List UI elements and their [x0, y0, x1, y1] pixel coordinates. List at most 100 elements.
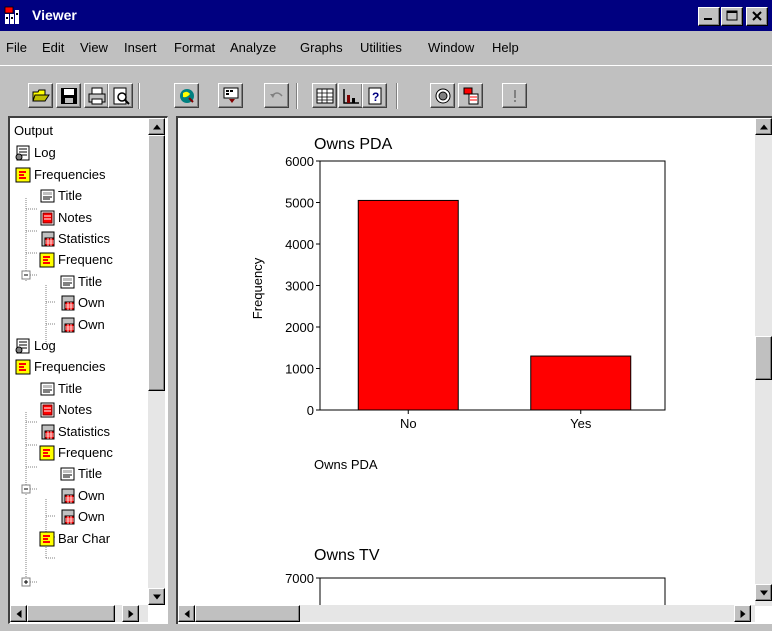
outline-item-label: Frequenc — [58, 252, 113, 268]
title-icon — [60, 275, 75, 289]
goto-chart-button[interactable] — [338, 83, 363, 108]
menu-analyze[interactable]: Analyze — [230, 40, 276, 55]
outline-item-label: Log — [34, 338, 56, 353]
procedure-icon — [39, 531, 55, 547]
goto-chart-icon — [343, 89, 359, 104]
outline-item-label: Notes — [58, 209, 92, 225]
menu-format[interactable]: Format — [174, 40, 215, 55]
maximize-icon — [726, 10, 738, 21]
y-tick-label: 6000 — [285, 154, 314, 169]
outline-scroll-left-button[interactable] — [10, 605, 27, 622]
content-horizontal-scrollbar[interactable] — [178, 605, 755, 622]
outline-item-label: Bar Char — [58, 530, 111, 546]
outline-item-label: Title — [58, 188, 83, 204]
title-bar[interactable]: Viewer — [0, 0, 772, 31]
use-sets-button[interactable] — [430, 83, 455, 108]
content-pane[interactable]: Owns PDA 0 1000 2000 3000 4000 5000 6000 No Yes Fr… — [176, 116, 772, 624]
content-scroll-thumb[interactable] — [755, 336, 772, 380]
content-vertical-scrollbar[interactable] — [755, 118, 772, 606]
menu-help[interactable]: Help — [492, 40, 519, 55]
chart-canvas: Owns PDA 0 1000 2000 3000 4000 5000 6000 No Yes Fr… — [250, 136, 666, 606]
y-tick-label: 3000 — [285, 279, 314, 294]
procedure-icon — [39, 445, 55, 461]
open-button[interactable] — [28, 83, 53, 108]
save-button[interactable] — [56, 83, 81, 108]
title-icon — [40, 382, 55, 396]
outline-item-label: Own — [78, 487, 105, 503]
outline-item-label: Statistics — [58, 231, 111, 246]
goto-data-button[interactable] — [312, 83, 337, 108]
outline-vertical-scrollbar[interactable] — [148, 118, 165, 605]
export-button[interactable] — [174, 83, 199, 108]
outline-scroll-up-button[interactable] — [148, 118, 165, 135]
print-preview-button[interactable] — [108, 83, 133, 108]
menu-graphs[interactable]: Graphs — [300, 40, 343, 55]
arrow-down-icon — [152, 594, 161, 599]
table-icon — [61, 488, 75, 504]
arrow-right-icon — [740, 609, 745, 618]
bar — [530, 355, 632, 411]
recall-dialog-button[interactable] — [218, 83, 243, 108]
menu-utilities[interactable]: Utilities — [360, 40, 402, 55]
recall-dialog-icon — [223, 87, 239, 103]
x-axis-label: Owns PDA — [314, 457, 378, 472]
chart-title: Owns PDA — [314, 136, 393, 153]
maximize-button[interactable] — [721, 7, 743, 26]
close-icon — [752, 11, 762, 21]
designate-window-button[interactable] — [458, 83, 483, 108]
save-icon — [61, 88, 77, 104]
y-tick-label: 1000 — [285, 362, 314, 377]
outline-item-label: Title — [78, 466, 103, 482]
content-scroll-left-button[interactable] — [178, 605, 195, 622]
procedure-icon — [15, 167, 31, 183]
notes-icon — [40, 210, 55, 226]
outline-item-label: Frequenc — [58, 445, 113, 460]
menu-insert[interactable]: Insert — [124, 40, 157, 55]
menu-edit[interactable]: Edit — [42, 40, 64, 55]
menu-file[interactable]: File — [6, 40, 27, 55]
y-tick-label: 0 — [307, 403, 314, 418]
outline-item-label: Frequencies — [34, 359, 106, 375]
variables-icon: ? — [368, 87, 382, 105]
bar-chart-owns-tv: Owns TV7000 — [285, 547, 666, 606]
print-button[interactable] — [84, 83, 109, 108]
menu-view[interactable]: View — [80, 40, 108, 55]
outline-scroll-right-button[interactable] — [122, 605, 139, 622]
outline-item-label: Statistics — [58, 423, 111, 439]
menu-window[interactable]: Window — [428, 40, 474, 55]
print-icon — [88, 87, 106, 105]
run-button[interactable] — [502, 83, 527, 108]
outline-pane[interactable]: Output Log Frequencies Title Notes Statistics… — [8, 116, 168, 624]
table-icon — [61, 509, 75, 525]
print-preview-icon — [113, 87, 130, 105]
y-tick-label: 7000 — [285, 571, 314, 586]
bar — [357, 199, 459, 411]
arrow-up-icon — [759, 124, 768, 129]
minimize-button[interactable] — [698, 7, 720, 26]
outline-item-label: Notes — [58, 402, 92, 418]
outline-scroll-thumb[interactable] — [148, 135, 165, 391]
content-scroll-up-button[interactable] — [755, 118, 772, 135]
bar-chart-owns-pda: Owns PDA 0 1000 2000 3000 4000 5000 6000 No Yes Fr… — [250, 136, 666, 472]
y-tick-label: 4000 — [285, 237, 314, 252]
content-hscroll-thumb[interactable] — [195, 605, 300, 622]
content-scroll-down-button[interactable] — [755, 584, 772, 601]
variables-button[interactable]: ? — [362, 83, 387, 108]
undo-button[interactable] — [264, 83, 289, 108]
arrow-up-icon — [152, 124, 161, 129]
outline-scroll-down-button[interactable] — [148, 588, 165, 605]
goto-data-icon — [316, 88, 334, 104]
chart-title: Owns TV — [314, 547, 380, 564]
close-button[interactable] — [746, 7, 768, 26]
arrow-down-icon — [759, 590, 768, 595]
x-tick-label: Yes — [570, 416, 592, 431]
log-icon — [15, 338, 30, 354]
outline-item-label: Own — [78, 509, 105, 525]
content-scroll-right-button[interactable] — [734, 605, 751, 622]
procedure-icon — [15, 359, 31, 375]
outline-item-label: Title — [78, 273, 103, 289]
undo-icon — [270, 92, 283, 98]
outline-item-label: Frequencies — [34, 166, 106, 182]
outline-hscroll-thumb[interactable] — [27, 605, 115, 622]
outline-horizontal-scrollbar[interactable] — [10, 605, 148, 622]
